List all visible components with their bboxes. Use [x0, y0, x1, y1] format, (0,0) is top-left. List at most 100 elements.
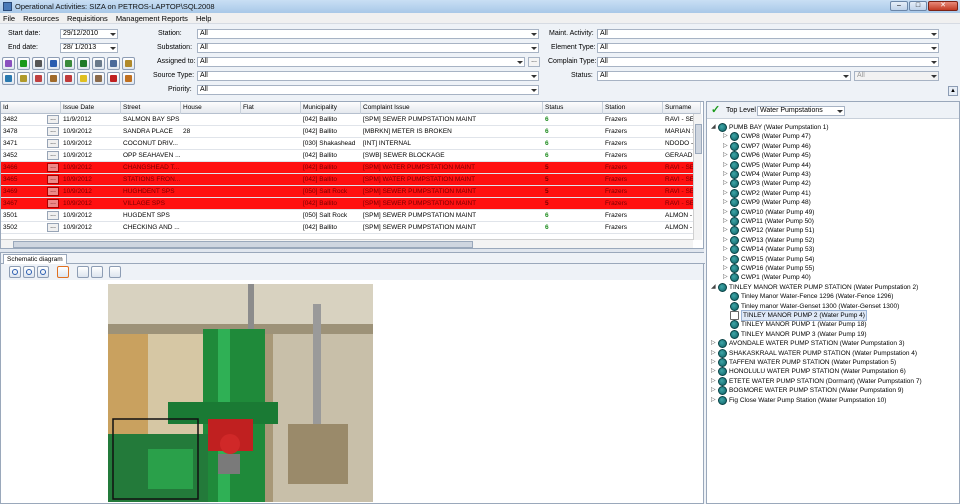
menu-requisitions[interactable]: Requisitions	[67, 14, 108, 23]
tab-schematic-diagram[interactable]: Schematic diagram	[3, 254, 67, 264]
expand-toggle-icon[interactable]: ▷	[711, 349, 718, 358]
col-station[interactable]: Station	[603, 102, 663, 114]
grid-vertical-scrollbar[interactable]	[693, 114, 702, 240]
eraser-icon[interactable]	[91, 266, 103, 278]
table-row[interactable]: 3465 10/9/2012 STATIONS FRON... [042] Balli…	[1, 174, 694, 186]
tb-house-icon[interactable]	[62, 72, 75, 85]
tb-phone2-icon[interactable]	[122, 72, 135, 85]
expand-toggle-icon[interactable]: ▷	[723, 179, 730, 188]
row-detail-button[interactable]: ...	[47, 175, 59, 184]
col-status[interactable]: Status	[543, 102, 603, 114]
expand-toggle-icon[interactable]: ▷	[723, 142, 730, 151]
apply-icon[interactable]	[109, 266, 121, 278]
table-row[interactable]: 3466 10/9/2012 CHANGSHEAD T... [042] Ballit…	[1, 162, 694, 174]
complain-select[interactable]: All	[597, 57, 939, 67]
end-date-picker[interactable]: 28/ 1/2013	[60, 43, 118, 53]
expand-toggle-icon[interactable]: ▷	[723, 170, 730, 179]
expand-toggle-icon[interactable]: ▷	[723, 264, 730, 273]
tb-people-icon[interactable]	[92, 72, 105, 85]
tb-calendar-icon[interactable]	[32, 72, 45, 85]
tb-check-icon[interactable]	[17, 57, 30, 70]
table-row[interactable]: 3471 10/9/2012 COCONUT DRIV... [030] Shakas…	[1, 138, 693, 150]
expand-toggle-icon[interactable]: ▷	[723, 217, 730, 226]
table-row[interactable]: 3482 11/9/2012 SALMON BAY SPS [042] Ballito…	[1, 114, 694, 126]
station-select[interactable]: All	[197, 29, 539, 39]
tb-grid-icon[interactable]	[62, 57, 75, 70]
tb-bulb-icon[interactable]	[77, 72, 90, 85]
expand-toggle-icon[interactable]: ◢	[711, 283, 718, 292]
menu-management-reports[interactable]: Management Reports	[116, 14, 188, 23]
menu-resources[interactable]: Resources	[23, 14, 59, 23]
element-select[interactable]: All	[597, 43, 939, 53]
row-detail-button[interactable]: ...	[47, 139, 59, 148]
expand-toggle-icon[interactable]: ▷	[723, 236, 730, 245]
menu-help[interactable]: Help	[196, 14, 211, 23]
col-street[interactable]: Street	[121, 102, 181, 114]
row-detail-button[interactable]: ...	[47, 151, 59, 160]
expand-toggle-icon[interactable]: ▷	[723, 161, 730, 170]
tb-book-icon[interactable]	[2, 57, 15, 70]
close-button[interactable]: ✕	[928, 1, 958, 11]
expand-toggle-icon[interactable]: ▷	[711, 367, 718, 376]
tb-report-icon[interactable]	[107, 57, 120, 70]
row-detail-button[interactable]: ...	[47, 223, 59, 232]
expand-toggle-icon[interactable]: ▷	[723, 273, 730, 282]
expand-toggle-icon[interactable]: ▷	[711, 339, 718, 348]
expand-toggle-icon[interactable]: ▷	[711, 396, 718, 405]
expand-toggle-icon[interactable]: ◢	[711, 123, 718, 132]
col-complaint-issue[interactable]: Complaint Issue	[361, 102, 543, 114]
expand-toggle-icon[interactable]: ▷	[723, 255, 730, 264]
row-detail-button[interactable]: ...	[47, 115, 59, 124]
expand-toggle-icon[interactable]: ▷	[723, 151, 730, 160]
col-id[interactable]: Id	[1, 102, 61, 114]
row-detail-button[interactable]: ...	[47, 199, 59, 208]
tb-note-icon[interactable]	[17, 72, 30, 85]
tb-refresh-icon[interactable]	[2, 72, 15, 85]
table-row[interactable]: 3452 10/9/2012 OPP SEAHAVEN ... [042] Balli…	[1, 150, 696, 162]
expand-toggle-icon[interactable]: ▷	[723, 245, 730, 254]
expand-toggle-icon[interactable]: ▷	[723, 132, 730, 141]
expand-toggle-icon[interactable]: ▷	[711, 377, 718, 386]
minimize-button[interactable]: –	[890, 1, 908, 11]
expand-toggle-icon[interactable]: ▷	[711, 386, 718, 395]
row-detail-button[interactable]: ...	[47, 127, 59, 136]
zoom-out-icon[interactable]	[23, 266, 35, 278]
tb-excel-icon[interactable]	[77, 57, 90, 70]
table-row[interactable]: 3467 10/9/2012 VILLAGE SPS [042] Ballito [SP…	[1, 198, 694, 210]
expand-toggle-icon[interactable]: ▷	[723, 208, 730, 217]
row-detail-button[interactable]: ...	[47, 211, 59, 220]
col-house[interactable]: House	[181, 102, 241, 114]
table-row[interactable]: 3501 10/9/2012 HUGDENT SPS [050] Salt Rock […	[1, 210, 698, 222]
tb-phone-icon[interactable]	[107, 72, 120, 85]
tb-notebook-icon[interactable]	[47, 72, 60, 85]
zoom-in-icon[interactable]	[9, 266, 21, 278]
collapse-up-icon[interactable]: ▲	[948, 86, 958, 96]
check-icon[interactable]: ✓	[711, 105, 720, 116]
table-row[interactable]: 3502 10/9/2012 CHECKING AND ... [042] Balli…	[1, 222, 698, 234]
substation-select[interactable]: All	[197, 43, 539, 53]
select-frame-icon[interactable]	[57, 266, 69, 278]
status-select[interactable]: All	[597, 71, 851, 81]
maint-select[interactable]: All	[597, 29, 939, 39]
row-detail-button[interactable]: ...	[47, 187, 59, 196]
grid-horizontal-scrollbar[interactable]	[1, 239, 693, 248]
row-detail-button[interactable]: ...	[47, 163, 59, 172]
table-row[interactable]: 3469 10/9/2012 HUGHDENT SPS [050] Salt Rock…	[1, 186, 694, 198]
tb-copy-icon[interactable]	[92, 57, 105, 70]
assigned-browse-button[interactable]: ...	[528, 57, 540, 67]
start-date-picker[interactable]: 29/12/2010	[60, 29, 118, 39]
tb-money-icon[interactable]	[122, 57, 135, 70]
col-municipality[interactable]: Municipality	[301, 102, 361, 114]
top-level-select[interactable]: Water Pumpstations	[757, 106, 845, 116]
tb-print-icon[interactable]	[32, 57, 45, 70]
col-surname[interactable]: Surname	[663, 102, 701, 114]
expand-toggle-icon[interactable]: ▷	[723, 226, 730, 235]
col-flat[interactable]: Flat	[241, 102, 301, 114]
table-row[interactable]: 3478 10/9/2012 SANDRA PLACE 28 [042] Ballito…	[1, 126, 696, 138]
expand-toggle-icon[interactable]: ▷	[711, 358, 718, 367]
priority-select[interactable]: All	[197, 85, 539, 95]
col-issue-date[interactable]: Issue Date	[61, 102, 121, 114]
expand-toggle-icon[interactable]: ▷	[723, 189, 730, 198]
source-select[interactable]: All	[197, 71, 539, 81]
expand-toggle-icon[interactable]: ▷	[723, 198, 730, 207]
